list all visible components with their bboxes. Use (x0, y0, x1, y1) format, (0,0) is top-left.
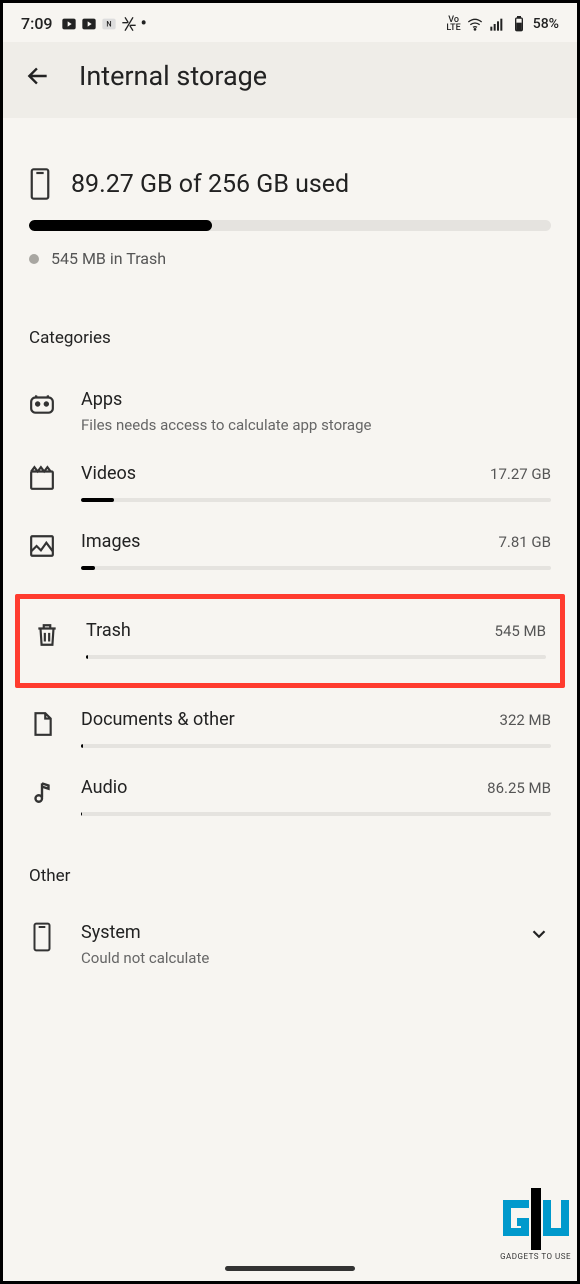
signal-icon (489, 16, 505, 32)
category-size: 545 MB (495, 622, 546, 640)
category-size: 322 MB (500, 711, 551, 729)
apps-icon (29, 391, 55, 417)
category-bar (81, 566, 551, 570)
status-app-icons: N • (61, 13, 147, 34)
watermark: GADGETS TO USE (500, 1188, 571, 1261)
other-header: Other (29, 866, 551, 886)
back-button[interactable] (25, 63, 51, 89)
system-label: System (81, 922, 501, 943)
category-label: Apps (81, 389, 122, 410)
category-bar (81, 498, 551, 502)
category-label: Trash (86, 620, 131, 641)
category-bar (81, 744, 551, 748)
chevron-down-icon (527, 922, 551, 946)
category-apps[interactable]: Apps Files needs access to calculate app … (29, 376, 551, 450)
category-videos[interactable]: Videos 17.27 GB (29, 450, 551, 518)
trash-icon (34, 622, 60, 648)
category-bar (81, 812, 551, 816)
category-size: 7.81 GB (498, 533, 551, 551)
page-title: Internal storage (79, 60, 267, 92)
trash-note: 545 MB in Trash (29, 249, 551, 268)
battery-text: 58% (533, 16, 559, 32)
storage-summary: 89.27 GB of 256 GB used 545 MB in Trash (29, 118, 551, 268)
system-row[interactable]: System Could not calculate (29, 894, 551, 995)
category-audio[interactable]: Audio 86.25 MB (29, 764, 551, 832)
category-label: Documents & other (81, 709, 235, 730)
images-icon (29, 533, 55, 559)
category-label: Images (81, 531, 140, 552)
audio-icon (29, 779, 55, 805)
app-bar: Internal storage (3, 42, 577, 118)
category-label: Videos (81, 463, 136, 484)
category-label: Audio (81, 777, 127, 798)
category-size: 17.27 GB (490, 465, 551, 483)
category-bar (86, 655, 546, 659)
wifi-icon (467, 16, 483, 32)
storage-used-text: 89.27 GB of 256 GB used (71, 170, 349, 199)
status-bar: 7:09 N • VoLTE 58% (3, 3, 577, 42)
category-documents[interactable]: Documents & other 322 MB (29, 696, 551, 764)
nav-pill[interactable] (225, 1266, 355, 1271)
storage-progress (29, 220, 551, 231)
battery-icon (511, 16, 527, 32)
phone-icon (29, 166, 53, 202)
category-images[interactable]: Images 7.81 GB (29, 518, 551, 586)
category-size: 86.25 MB (487, 779, 551, 797)
volte-icon: VoLTE (446, 16, 460, 32)
category-sub: Files needs access to calculate app stor… (81, 416, 551, 434)
videos-icon (29, 465, 55, 491)
documents-icon (29, 711, 55, 737)
category-trash[interactable]: Trash 545 MB (34, 607, 546, 675)
system-sub: Could not calculate (81, 949, 501, 967)
dot-icon (29, 254, 39, 264)
categories-header: Categories (29, 328, 551, 348)
phone-icon (29, 924, 55, 950)
status-time: 7:09 (21, 14, 53, 33)
svg-text:N: N (106, 19, 111, 28)
